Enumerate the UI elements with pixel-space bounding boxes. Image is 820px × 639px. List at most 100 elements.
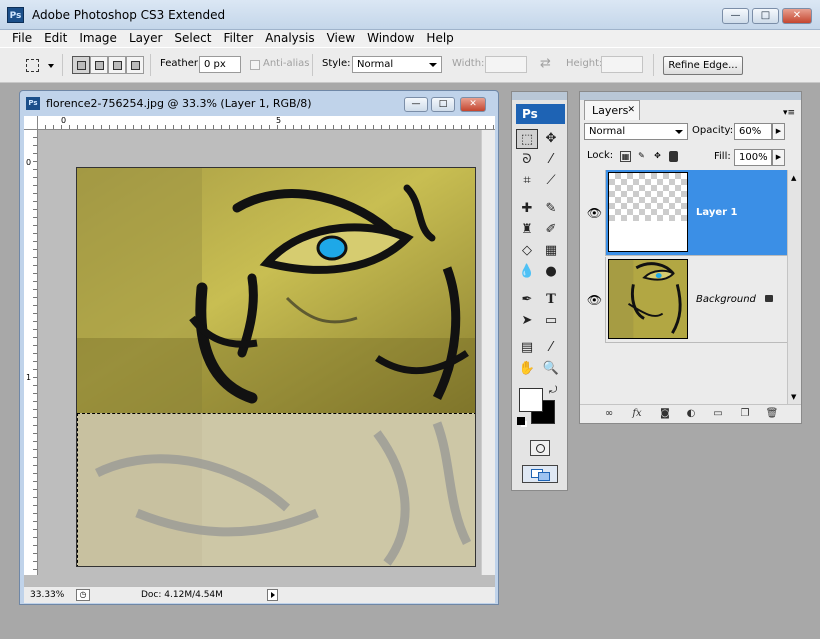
menu-window[interactable]: Window: [361, 30, 420, 47]
menu-select[interactable]: Select: [168, 30, 217, 47]
opacity-input[interactable]: 60%: [734, 123, 772, 140]
menu-edit[interactable]: Edit: [38, 30, 73, 47]
rectangular-marquee-preset-icon[interactable]: [26, 59, 39, 72]
history-brush-tool-icon[interactable]: ✐: [540, 220, 562, 240]
crop-tool-icon[interactable]: ⌗: [516, 171, 538, 191]
new-selection-button[interactable]: [72, 56, 90, 74]
fill-input[interactable]: 100%: [734, 149, 772, 166]
close-button[interactable]: ✕: [782, 8, 812, 24]
ruler-origin[interactable]: [24, 116, 38, 130]
trash-icon[interactable]: 🗑: [765, 407, 779, 420]
screen-mode-button[interactable]: [522, 465, 558, 483]
clone-stamp-tool-icon[interactable]: ♜: [516, 220, 538, 240]
menu-file[interactable]: File: [0, 30, 38, 47]
move-tool-icon[interactable]: ✥: [540, 129, 562, 149]
add-mask-icon[interactable]: ◙: [658, 407, 672, 420]
default-colors-icon[interactable]: [517, 417, 525, 425]
swap-colors-icon[interactable]: ⤾: [549, 385, 557, 396]
gradient-tool-icon[interactable]: ▦: [540, 241, 562, 261]
lasso-tool-icon[interactable]: ᘐ: [516, 150, 538, 170]
layer-row-background[interactable]: 👁 Background: [584, 257, 787, 343]
opacity-slider-arrow-icon[interactable]: ▶: [772, 123, 785, 140]
menu-image[interactable]: Image: [73, 30, 123, 47]
tab-layers[interactable]: Layers ✕: [584, 100, 640, 120]
lock-transparent-pixels-icon[interactable]: ▦: [620, 151, 631, 162]
title-bar: Ps Adobe Photoshop CS3 Extended — □ ✕: [0, 0, 820, 30]
layers-scrollbar[interactable]: ▲ ▼: [787, 170, 801, 405]
layer-row-layer1[interactable]: 👁 Layer 1: [584, 170, 787, 256]
status-menu-arrow-icon[interactable]: [267, 589, 278, 601]
maximize-button[interactable]: □: [752, 8, 779, 24]
layer-name[interactable]: Background: [696, 294, 756, 305]
panel-menu-icon[interactable]: ▾≡: [783, 108, 795, 118]
minimize-button[interactable]: —: [722, 8, 749, 24]
foreground-color-swatch[interactable]: [519, 388, 543, 412]
refine-edge-button[interactable]: Refine Edge...: [663, 56, 743, 75]
close-tab-icon[interactable]: ✕: [627, 101, 635, 120]
menu-filter[interactable]: Filter: [217, 30, 259, 47]
scroll-down-arrow-icon[interactable]: ▼: [791, 393, 796, 401]
quick-mask-button[interactable]: [530, 440, 550, 456]
adjustment-layer-icon[interactable]: ◐: [684, 407, 698, 420]
shape-tool-icon[interactable]: ▭: [540, 311, 562, 331]
slice-tool-icon[interactable]: ⟋: [540, 171, 562, 191]
horizontal-ruler[interactable]: 0 5: [38, 116, 495, 130]
eye-icon[interactable]: 👁: [584, 257, 606, 343]
tool-preset-dropdown-icon[interactable]: [48, 64, 54, 68]
lock-image-pixels-icon[interactable]: ✎: [636, 151, 647, 162]
vertical-scrollbar[interactable]: [481, 130, 495, 575]
doc-maximize-button[interactable]: □: [431, 97, 455, 112]
doc-minimize-button[interactable]: —: [404, 97, 428, 112]
add-to-selection-button[interactable]: [90, 56, 108, 74]
width-input[interactable]: [485, 56, 527, 73]
separator: [62, 54, 63, 76]
menu-analysis[interactable]: Analysis: [259, 30, 320, 47]
layer-style-fx-icon[interactable]: fx: [630, 407, 644, 420]
feather-input[interactable]: 0 px: [199, 56, 241, 73]
tools-palette-header[interactable]: [512, 92, 567, 100]
vertical-ruler[interactable]: 0 1: [24, 130, 38, 575]
selection-marquee[interactable]: [77, 413, 475, 566]
scroll-up-arrow-icon[interactable]: ▲: [791, 174, 796, 182]
pen-tool-icon[interactable]: ✒: [516, 290, 538, 310]
healing-brush-tool-icon[interactable]: ✚: [516, 199, 538, 219]
zoom-level[interactable]: 33.33%: [30, 590, 64, 600]
layers-panel-header[interactable]: [580, 92, 801, 100]
marquee-tool-icon[interactable]: ⬚: [516, 129, 538, 149]
eyedropper-tool-icon[interactable]: ⁄: [540, 338, 562, 358]
fill-slider-arrow-icon[interactable]: ▶: [772, 149, 785, 166]
new-group-icon[interactable]: ▭: [711, 407, 725, 420]
menu-help[interactable]: Help: [420, 30, 459, 47]
menu-view[interactable]: View: [321, 30, 361, 47]
intersect-selection-button[interactable]: [126, 56, 144, 74]
version-cue-icon[interactable]: ◷: [76, 589, 90, 601]
path-selection-tool-icon[interactable]: ➤: [516, 311, 538, 331]
blend-mode-select[interactable]: Normal: [584, 123, 688, 140]
lock-position-icon[interactable]: ✥: [652, 151, 663, 162]
swap-width-height-icon[interactable]: ⇄: [540, 56, 551, 71]
link-layers-icon[interactable]: ∞: [602, 407, 616, 420]
brush-tool-icon[interactable]: ✎: [540, 199, 562, 219]
new-layer-icon[interactable]: ❐: [738, 407, 752, 420]
hand-tool-icon[interactable]: ✋: [516, 359, 538, 379]
style-select[interactable]: Normal: [352, 56, 442, 73]
doc-close-button[interactable]: ✕: [460, 97, 486, 112]
height-input[interactable]: [601, 56, 643, 73]
magic-wand-tool-icon[interactable]: ⁄: [540, 150, 562, 170]
canvas-image[interactable]: [76, 167, 476, 567]
notes-tool-icon[interactable]: ▤: [516, 338, 538, 358]
dodge-tool-icon[interactable]: ●: [540, 262, 562, 282]
document-title-bar[interactable]: Ps florence2-756254.jpg @ 33.3% (Layer 1…: [20, 91, 498, 117]
canvas-area[interactable]: [38, 130, 481, 575]
style-value: Normal: [357, 59, 394, 70]
subtract-from-selection-button[interactable]: [108, 56, 126, 74]
antialias-checkbox[interactable]: [250, 60, 260, 70]
zoom-tool-icon[interactable]: 🔍: [540, 359, 562, 379]
blur-tool-icon[interactable]: 💧: [516, 262, 538, 282]
lock-all-icon[interactable]: [669, 151, 678, 162]
eye-icon[interactable]: 👁: [584, 170, 606, 256]
menu-layer[interactable]: Layer: [123, 30, 168, 47]
eraser-tool-icon[interactable]: ◇: [516, 241, 538, 261]
layer-name[interactable]: Layer 1: [696, 207, 737, 218]
type-tool-icon[interactable]: T: [540, 290, 562, 310]
